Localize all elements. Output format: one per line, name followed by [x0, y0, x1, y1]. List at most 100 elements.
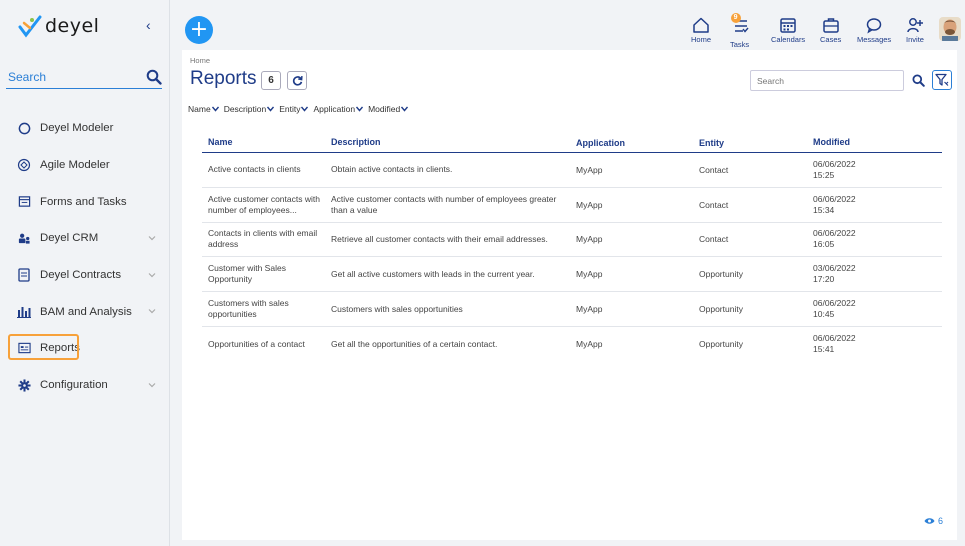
- refresh-icon: [292, 76, 303, 86]
- cell-application: MyApp: [576, 269, 603, 280]
- create-new-button[interactable]: +: [185, 16, 213, 44]
- breadcrumb[interactable]: Home: [190, 56, 210, 65]
- modified-time: 17:20: [813, 274, 835, 285]
- sidebar-item-deyel-crm[interactable]: Deyel CRM: [0, 220, 170, 257]
- collapse-sidebar-icon[interactable]: ‹: [146, 17, 151, 33]
- sidebar-item-bam-and-analysis[interactable]: BAM and Analysis: [0, 293, 170, 330]
- cell-entity: Contact: [699, 164, 729, 175]
- avatar-icon: [939, 17, 961, 41]
- cell-description: Retrieve all customer contacts with thei…: [331, 233, 548, 244]
- sidebar-search[interactable]: Search: [6, 65, 162, 89]
- cell-entity: Contact: [699, 199, 729, 210]
- modified-time: 16:05: [813, 239, 835, 250]
- sidebar-item-label: BAM and Analysis: [40, 305, 132, 318]
- topnav-invite[interactable]: Invite: [906, 16, 924, 44]
- refresh-button[interactable]: [287, 71, 307, 90]
- header-modified[interactable]: Modified: [805, 137, 935, 149]
- chevron-down-icon[interactable]: [148, 307, 156, 315]
- chevron-down-icon: [401, 106, 409, 112]
- chevron-down-icon: [356, 106, 364, 112]
- filter-entity[interactable]: Entity: [279, 104, 309, 114]
- cell-description: Active customer contacts with number of …: [331, 193, 557, 215]
- header-application[interactable]: Application: [572, 138, 695, 148]
- modified-date: 06/06/2022: [813, 333, 856, 344]
- modified-date: 06/06/2022: [813, 298, 856, 309]
- filter-description[interactable]: Description: [224, 104, 275, 114]
- user-avatar[interactable]: [939, 17, 961, 41]
- filter-modified[interactable]: Modified: [368, 104, 409, 114]
- reports-search-button[interactable]: [910, 72, 926, 88]
- tasks-badge: 9: [730, 13, 741, 23]
- sidebar-item-configuration[interactable]: Configuration: [0, 367, 170, 404]
- cell-modified: 06/06/2022 10:45: [805, 298, 935, 320]
- sidebar-item-label: Deyel CRM: [40, 232, 99, 245]
- cell-entity: Opportunity: [699, 269, 743, 280]
- circle-icon: [17, 121, 31, 135]
- cell-modified: 06/06/2022 15:25: [805, 159, 935, 181]
- table-row[interactable]: Active customer contacts with number of …: [202, 188, 942, 223]
- chevron-down-icon[interactable]: [148, 271, 156, 279]
- cell-modified: 03/06/2022 17:20: [805, 263, 935, 285]
- visible-count-value: 6: [937, 516, 943, 526]
- cell-description: Obtain active contacts in clients.: [331, 164, 453, 175]
- reports-icon: [17, 341, 31, 355]
- topnav-tasks[interactable]: 9 Tasks: [730, 13, 750, 49]
- topnav-home-label: Home: [691, 35, 712, 44]
- sidebar-item-label: Configuration: [40, 379, 108, 392]
- main-panel: Home Reports 6 Name Description Entity A…: [182, 50, 957, 540]
- topnav-tasks-label: Tasks: [730, 40, 750, 49]
- modified-date: 06/06/2022: [813, 158, 856, 169]
- page-title: Reports: [190, 68, 257, 89]
- reports-search-input[interactable]: [750, 70, 904, 91]
- filter-label: Modified: [368, 104, 401, 114]
- record-count-badge: 6: [261, 71, 281, 90]
- deyel-logo[interactable]: deyel: [18, 14, 99, 38]
- sidebar-item-forms-and-tasks[interactable]: Forms and Tasks: [0, 183, 170, 220]
- sidebar-item-reports[interactable]: Reports: [0, 330, 170, 367]
- sidebar-item-deyel-modeler[interactable]: Deyel Modeler: [0, 110, 170, 147]
- header-entity[interactable]: Entity: [695, 138, 805, 148]
- message-icon: [866, 18, 882, 34]
- gear-icon: [17, 378, 31, 392]
- table-row[interactable]: Customer with Sales Opportunity Get all …: [202, 257, 942, 293]
- reports-table: Name Description Application Entity Modi…: [202, 134, 942, 362]
- sidebar-item-label: Deyel Modeler: [40, 122, 114, 135]
- sidebar-search-label: Search: [8, 69, 47, 84]
- visible-count: 6: [924, 516, 943, 526]
- cell-name: Customers with sales opportunities: [208, 298, 289, 320]
- table-row[interactable]: Opportunities of a contact Get all the o…: [202, 327, 942, 362]
- topnav-home[interactable]: Home: [691, 16, 711, 44]
- topbar: + Home 9 Tasks Calendars Cases Messages …: [171, 0, 965, 50]
- table-row[interactable]: Active contacts in clients Obtain active…: [202, 153, 942, 188]
- chevron-down-icon[interactable]: [148, 381, 156, 389]
- filter-name[interactable]: Name: [188, 104, 219, 114]
- header-description[interactable]: Description: [325, 137, 572, 149]
- topnav-cases[interactable]: Cases: [820, 16, 841, 44]
- chevron-down-icon[interactable]: [148, 234, 156, 242]
- briefcase-icon: [822, 18, 839, 33]
- modified-time: 15:41: [813, 344, 835, 355]
- cell-application: MyApp: [576, 164, 603, 175]
- search-icon[interactable]: [146, 69, 162, 85]
- table-row[interactable]: Customers with sales opportunities Custo…: [202, 292, 942, 327]
- deyel-logo-icon: [18, 15, 42, 38]
- cell-description: Customers with sales opportunities: [331, 303, 463, 314]
- sidebar-item-deyel-contracts[interactable]: Deyel Contracts: [0, 257, 170, 294]
- topnav-calendars[interactable]: Calendars: [771, 16, 805, 44]
- table-row[interactable]: Contacts in clients with email address R…: [202, 223, 942, 258]
- agile-icon: [17, 158, 31, 172]
- header-name[interactable]: Name: [202, 137, 325, 149]
- cell-modified: 06/06/2022 15:34: [805, 194, 935, 216]
- logo-text: deyel: [45, 15, 100, 37]
- topnav-messages[interactable]: Messages: [857, 16, 891, 44]
- filter-icon: [935, 73, 949, 86]
- sidebar: deyel ‹ Search Deyel Modeler Agile Model…: [0, 0, 170, 546]
- cell-description: Get all active customers with leads in t…: [331, 268, 535, 279]
- modified-date: 06/06/2022: [813, 193, 856, 204]
- sidebar-item-agile-modeler[interactable]: Agile Modeler: [0, 147, 170, 184]
- advanced-filter-button[interactable]: [932, 70, 952, 90]
- sidebar-nav: Deyel Modeler Agile Modeler Forms and Ta…: [0, 110, 170, 404]
- column-filters: Name Description Entity Application Modi…: [188, 104, 409, 114]
- forms-icon: [17, 195, 31, 209]
- filter-application[interactable]: Application: [313, 104, 364, 114]
